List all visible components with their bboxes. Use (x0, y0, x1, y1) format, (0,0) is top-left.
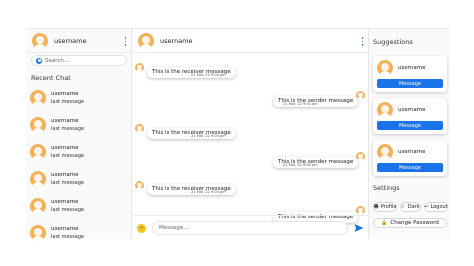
avatar (30, 116, 46, 133)
chat-last-message: last message (51, 98, 85, 105)
current-username: username (54, 36, 87, 45)
suggestion-card: username Message (373, 140, 447, 176)
chat-username: username (51, 90, 79, 97)
profile-button[interactable]: ☻ Profile (373, 202, 397, 212)
chat-panel: username This is the receiver message 21… (132, 29, 368, 239)
logout-button[interactable]: ↩ Logout (424, 202, 448, 212)
user-icon: ☻ (373, 204, 379, 210)
message-timestamp: 21 Mar, 22 9:00 pm (191, 190, 226, 194)
chat-list-item[interactable]: username last message (26, 219, 132, 246)
avatar[interactable] (377, 60, 393, 76)
moon-icon: ☾ (401, 204, 406, 210)
chat-list-item[interactable]: username last message (26, 192, 132, 219)
kebab-menu-icon[interactable] (124, 37, 127, 46)
suggestion-username: username (398, 65, 426, 71)
chat-last-message: last message (51, 125, 85, 132)
suggestions-title: Suggestions (373, 38, 413, 46)
message-list: This is the receiver message 21 Mar, 22 … (132, 53, 368, 223)
message-button[interactable]: Message (377, 121, 443, 130)
chat-username: username (160, 36, 193, 45)
suggestion-card: username Message (373, 98, 447, 134)
profile-label: Profile (380, 204, 397, 210)
change-password-button[interactable]: 🔒 Change Password (373, 218, 447, 228)
kebab-menu-icon[interactable] (361, 37, 364, 46)
chat-username: username (51, 225, 79, 232)
chat-last-message: last message (51, 206, 85, 213)
message-timestamp: 21 Mar, 22 9:00 pm (283, 102, 318, 106)
message-button[interactable]: Message (377, 79, 443, 88)
avatar (356, 152, 365, 161)
chat-header: username (132, 29, 368, 53)
logout-label: Logout (430, 204, 448, 210)
message-timestamp: 21 Mar, 22 9:00 pm (191, 134, 226, 138)
settings-title: Settings (373, 184, 400, 192)
chat-last-message: last message (51, 233, 85, 240)
chat-last-message: last message (51, 152, 85, 159)
search-box[interactable] (31, 55, 127, 66)
chat-list-item[interactable]: username last message (26, 138, 132, 165)
logout-icon: ↩ (424, 204, 429, 210)
chat-username: username (51, 117, 79, 124)
avatar[interactable] (138, 32, 154, 49)
right-sidebar: Suggestions username Message username Me… (368, 29, 450, 239)
chat-list-item[interactable]: username last message (26, 84, 132, 111)
message-composer (132, 215, 368, 239)
message-button[interactable]: Message (377, 163, 443, 172)
dark-label: Dark (407, 204, 420, 210)
message-timestamp: 21 Mar, 22 9:00 pm (283, 163, 318, 167)
chat-username: username (51, 198, 79, 205)
avatar (135, 181, 144, 190)
message-timestamp: 21 Mar, 22 9:00 pm (191, 73, 226, 77)
avatar (30, 143, 46, 160)
emoji-icon[interactable] (137, 224, 146, 233)
recent-chat-list: username last message username last messag… (26, 84, 132, 246)
avatar (356, 91, 365, 100)
suggestion-card: username Message (373, 56, 447, 92)
recent-chat-title: Recent Chat (31, 74, 71, 82)
search-icon (36, 57, 42, 64)
lock-icon: 🔒 (381, 220, 388, 226)
suggestion-username: username (398, 149, 426, 155)
chat-username: username (51, 144, 79, 151)
change-password-label: Change Password (390, 220, 439, 226)
avatar (135, 124, 144, 133)
avatar (356, 206, 365, 215)
chat-username: username (51, 171, 79, 178)
chat-last-message: last message (51, 179, 85, 186)
avatar (30, 89, 46, 106)
avatar (135, 63, 144, 72)
chat-app: username Recent Chat usernamelast messag… (26, 28, 450, 241)
avatar[interactable] (377, 144, 393, 160)
chat-list-item[interactable]: username last message (26, 165, 132, 192)
avatar (30, 170, 46, 187)
dark-mode-button[interactable]: ☾ Dark (400, 202, 421, 212)
search-input[interactable] (45, 57, 125, 64)
avatar[interactable] (377, 102, 393, 118)
suggestion-username: username (398, 107, 426, 113)
avatar (30, 197, 46, 214)
left-header: username (26, 29, 131, 53)
chat-list-item[interactable]: username last message (26, 111, 132, 138)
avatar (30, 224, 46, 241)
message-input[interactable] (152, 221, 348, 235)
avatar[interactable] (32, 32, 48, 49)
send-icon[interactable] (354, 223, 364, 233)
left-sidebar: username Recent Chat usernamelast messag… (26, 29, 132, 241)
